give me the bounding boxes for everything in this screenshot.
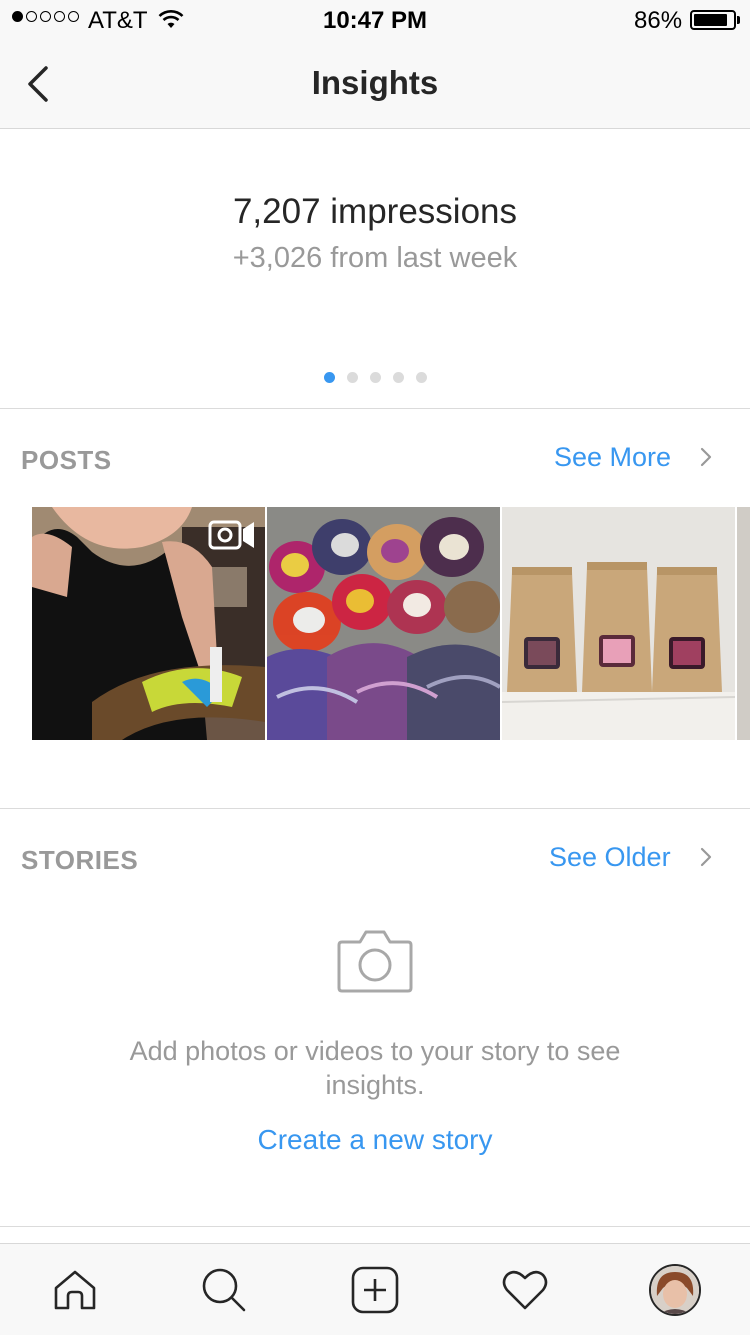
tab-activity[interactable] [495, 1260, 555, 1320]
page-dot[interactable] [415, 372, 427, 383]
page-title: Insights [311, 64, 439, 101]
add-icon [351, 1266, 399, 1314]
see-older-link[interactable]: See Older [549, 842, 671, 873]
divider [0, 808, 750, 809]
page-dot[interactable] [369, 372, 381, 383]
home-icon [54, 1270, 96, 1310]
battery-percent: 86% [634, 7, 683, 34]
divider [0, 1226, 750, 1227]
posts-heading: POSTS [21, 445, 112, 475]
page-dot[interactable] [346, 372, 358, 383]
tab-new-post[interactable] [345, 1260, 405, 1320]
post-thumbnail-yarn-skeins[interactable] [267, 507, 500, 740]
battery-nub [737, 16, 740, 24]
chevron-right-icon[interactable] [698, 445, 714, 474]
profile-avatar [649, 1264, 701, 1316]
search-icon [202, 1268, 246, 1312]
post-thumbnail-yarn-bags[interactable] [502, 507, 735, 740]
tab-home[interactable] [45, 1260, 105, 1320]
see-more-link[interactable]: See More [554, 442, 671, 473]
post-thumbnail-partial[interactable] [737, 507, 750, 740]
battery-icon [690, 10, 736, 30]
stories-heading: STORIES [21, 845, 139, 875]
divider [0, 408, 750, 409]
chevron-right-icon[interactable] [698, 845, 714, 874]
page-dot[interactable] [392, 372, 404, 383]
create-story-link[interactable]: Create a new story [0, 1124, 750, 1156]
impressions-count: 7,207 impressions [232, 192, 518, 231]
tab-search[interactable] [194, 1260, 254, 1320]
heart-icon [502, 1270, 548, 1310]
impressions-change: +3,026 from last week [232, 242, 518, 274]
post-thumbnail-video[interactable] [32, 507, 265, 740]
stories-empty-message: Add photos or videos to your story to se… [129, 1036, 621, 1100]
camera-icon [336, 928, 414, 999]
page-dot[interactable] [323, 372, 335, 383]
tab-profile[interactable] [645, 1260, 705, 1320]
page-indicator[interactable] [0, 372, 750, 383]
